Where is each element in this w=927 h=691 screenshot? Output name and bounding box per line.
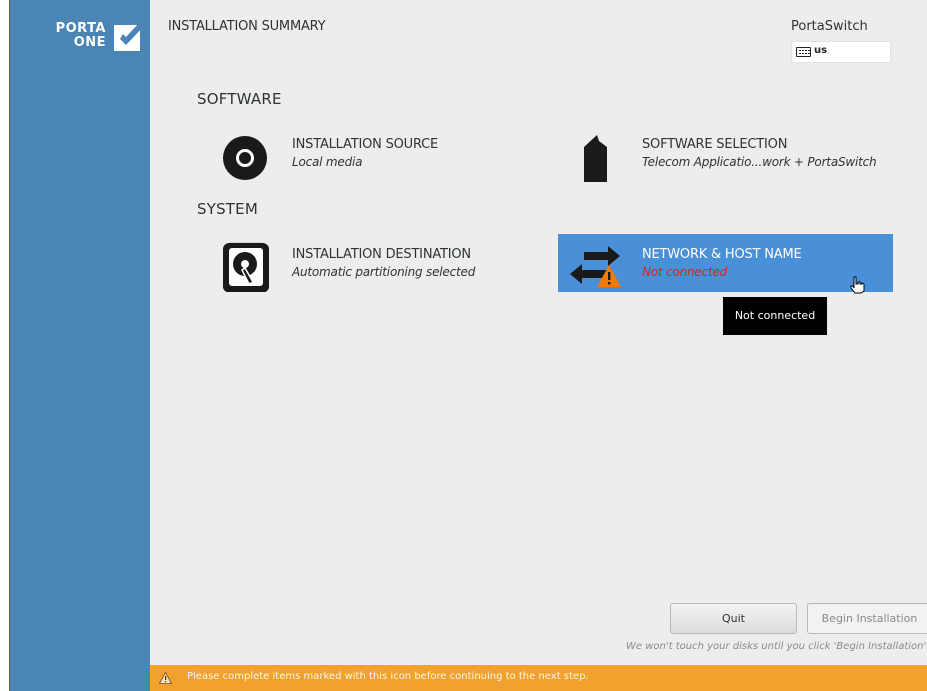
logo-text: PORTA ONE (55, 21, 106, 50)
section-software: SOFTWARE (197, 90, 282, 108)
spoke-title: INSTALLATION SOURCE (292, 137, 439, 152)
portaone-logo: PORTA ONE (34, 20, 149, 60)
spoke-status: Local media (292, 155, 363, 169)
disk-safety-note: We won't touch your disks until you clic… (626, 641, 927, 652)
main-panel: INSTALLATION SUMMARY PortaSwitch us SOFT… (150, 0, 927, 691)
spoke-installation-destination[interactable]: INSTALLATION DESTINATION Automatic parti… (208, 234, 543, 292)
spoke-title: NETWORK & HOST NAME (642, 247, 802, 262)
keyboard-layout-indicator[interactable]: us (791, 41, 891, 63)
spoke-installation-source[interactable]: INSTALLATION SOURCE Local media (208, 124, 543, 182)
quit-button[interactable]: Quit (670, 603, 797, 634)
disc-icon (223, 136, 267, 180)
spoke-status: Telecom Applicatio...work + PortaSwitch (642, 155, 877, 169)
harddisk-icon (223, 242, 269, 292)
hand-cursor-icon (850, 276, 865, 294)
warning-icon (159, 672, 172, 684)
spoke-title: INSTALLATION DESTINATION (292, 247, 471, 262)
section-system: SYSTEM (197, 200, 258, 218)
tooltip: Not connected (723, 297, 827, 335)
warning-bar: Please complete items marked with this i… (150, 665, 927, 691)
logo-mark-icon (114, 23, 144, 51)
page-title: INSTALLATION SUMMARY (168, 19, 326, 34)
sidebar: PORTA ONE (10, 0, 150, 691)
begin-installation-button[interactable]: Begin Installation (807, 603, 927, 634)
product-name: PortaSwitch (791, 19, 868, 34)
package-icon (584, 135, 607, 182)
keyboard-layout-label: us (814, 45, 828, 56)
spoke-title: SOFTWARE SELECTION (642, 137, 788, 152)
warning-icon (597, 265, 621, 287)
spoke-status: Not connected (642, 265, 728, 279)
spoke-network-host-name[interactable]: NETWORK & HOST NAME Not connected (558, 234, 893, 292)
spoke-status: Automatic partitioning selected (292, 265, 476, 279)
warning-bar-text: Please complete items marked with this i… (187, 671, 589, 682)
keyboard-icon (796, 47, 811, 57)
spoke-software-selection[interactable]: SOFTWARE SELECTION Telecom Applicatio...… (558, 124, 893, 182)
